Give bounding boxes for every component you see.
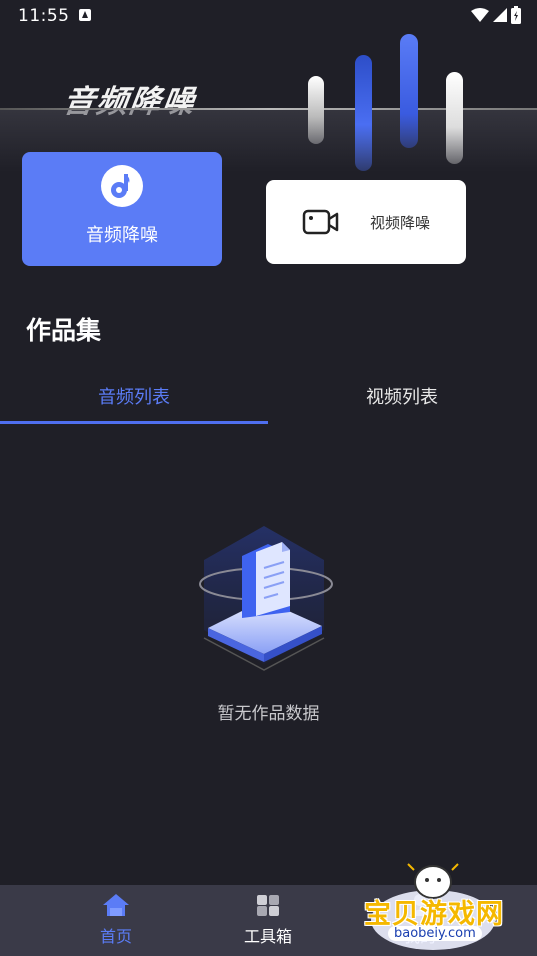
signal-icon (493, 8, 507, 22)
home-icon (103, 894, 129, 916)
nav-home-label: 首页 (99, 927, 132, 946)
empty-state-message: 暂无作品数据 (217, 704, 320, 724)
video-denoise-label: 视频降噪 (369, 213, 430, 232)
status-bar: 11:55 (0, 0, 537, 32)
video-camera-icon (302, 209, 339, 235)
nav-home[interactable]: 首页 (66, 893, 166, 947)
battery-icon (511, 6, 521, 24)
music-note-icon (101, 165, 143, 207)
audio-denoise-card[interactable]: 音频降噪 (22, 152, 222, 266)
watermark-url: baobeiy.com (388, 926, 482, 941)
notification-icon (79, 9, 91, 21)
toolbox-icon (257, 895, 279, 916)
nav-toolbox-label: 工具箱 (243, 927, 292, 946)
nav-toolbox[interactable]: 工具箱 (218, 893, 318, 947)
equalizer-bar (355, 55, 372, 171)
watermark: 宝贝游戏网 baobeiy.com (358, 862, 508, 952)
equalizer-bar (446, 72, 463, 164)
wifi-icon (471, 8, 489, 22)
audio-denoise-label: 音频降噪 (86, 225, 158, 246)
tab-video-list[interactable]: 视频列表 (268, 383, 536, 409)
status-time: 11:55 (18, 6, 70, 26)
video-denoise-card[interactable]: 视频降噪 (266, 180, 466, 264)
empty-document-illustration (199, 526, 333, 671)
hero-banner: 音频降噪 (0, 32, 537, 172)
tab-audio-list[interactable]: 音频列表 (0, 383, 268, 409)
tab-active-indicator (0, 421, 268, 424)
status-icons (471, 6, 521, 24)
equalizer-bar (308, 76, 324, 144)
section-title: 作品集 (26, 316, 102, 345)
equalizer-bar (400, 34, 418, 148)
